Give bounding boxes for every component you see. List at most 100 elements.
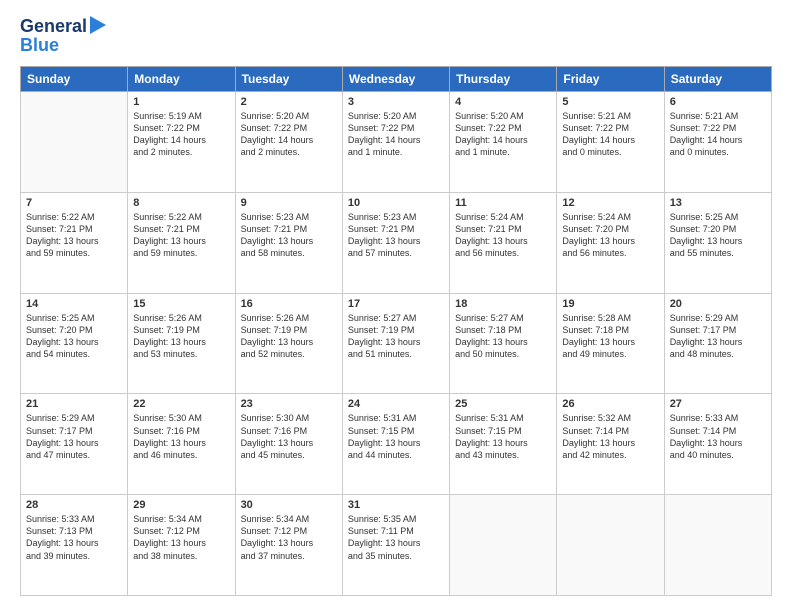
cell-info-line: Sunset: 7:19 PM xyxy=(241,324,337,336)
cell-info-line: Sunset: 7:13 PM xyxy=(26,525,122,537)
calendar-cell xyxy=(557,495,664,596)
cell-info-line: Daylight: 13 hours xyxy=(562,336,658,348)
calendar-cell: 19Sunrise: 5:28 AMSunset: 7:18 PMDayligh… xyxy=(557,293,664,394)
cell-info-line: Sunset: 7:21 PM xyxy=(348,223,444,235)
calendar-cell: 26Sunrise: 5:32 AMSunset: 7:14 PMDayligh… xyxy=(557,394,664,495)
calendar-cell: 15Sunrise: 5:26 AMSunset: 7:19 PMDayligh… xyxy=(128,293,235,394)
cell-info-line: Sunrise: 5:27 AM xyxy=(348,312,444,324)
calendar-cell: 29Sunrise: 5:34 AMSunset: 7:12 PMDayligh… xyxy=(128,495,235,596)
day-number: 16 xyxy=(241,298,337,310)
cell-info-line: Daylight: 13 hours xyxy=(133,336,229,348)
cell-info-line: and 52 minutes. xyxy=(241,348,337,360)
calendar-cell: 4Sunrise: 5:20 AMSunset: 7:22 PMDaylight… xyxy=(450,92,557,193)
cell-info-line: Sunset: 7:21 PM xyxy=(133,223,229,235)
cell-info-line: Daylight: 13 hours xyxy=(241,537,337,549)
cell-info-line: and 45 minutes. xyxy=(241,449,337,461)
cell-info-line: and 58 minutes. xyxy=(241,247,337,259)
calendar-cell: 24Sunrise: 5:31 AMSunset: 7:15 PMDayligh… xyxy=(342,394,449,495)
cell-info-line: Sunrise: 5:31 AM xyxy=(348,412,444,424)
cell-info-line: Daylight: 13 hours xyxy=(670,437,766,449)
cell-info-line: Daylight: 13 hours xyxy=(670,235,766,247)
cell-info-line: Sunset: 7:16 PM xyxy=(241,425,337,437)
cell-info-line: Daylight: 14 hours xyxy=(241,134,337,146)
cell-info-line: Daylight: 14 hours xyxy=(455,134,551,146)
cell-info-line: Daylight: 13 hours xyxy=(26,235,122,247)
day-number: 9 xyxy=(241,197,337,209)
cell-info-line: Sunset: 7:11 PM xyxy=(348,525,444,537)
calendar-cell xyxy=(664,495,771,596)
cell-info-line: Sunrise: 5:24 AM xyxy=(455,211,551,223)
day-number: 1 xyxy=(133,96,229,108)
cell-info-line: Sunset: 7:22 PM xyxy=(670,122,766,134)
cell-info-line: and 38 minutes. xyxy=(133,550,229,562)
day-number: 30 xyxy=(241,499,337,511)
calendar-cell: 9Sunrise: 5:23 AMSunset: 7:21 PMDaylight… xyxy=(235,192,342,293)
week-row-3: 21Sunrise: 5:29 AMSunset: 7:17 PMDayligh… xyxy=(21,394,772,495)
cell-info-line: Sunrise: 5:27 AM xyxy=(455,312,551,324)
cell-info-line: Daylight: 13 hours xyxy=(241,336,337,348)
cell-info-line: and 56 minutes. xyxy=(455,247,551,259)
calendar-cell: 7Sunrise: 5:22 AMSunset: 7:21 PMDaylight… xyxy=(21,192,128,293)
calendar-cell: 12Sunrise: 5:24 AMSunset: 7:20 PMDayligh… xyxy=(557,192,664,293)
calendar-cell xyxy=(450,495,557,596)
week-row-4: 28Sunrise: 5:33 AMSunset: 7:13 PMDayligh… xyxy=(21,495,772,596)
week-row-1: 7Sunrise: 5:22 AMSunset: 7:21 PMDaylight… xyxy=(21,192,772,293)
cell-info-line: Sunset: 7:19 PM xyxy=(348,324,444,336)
day-number: 14 xyxy=(26,298,122,310)
day-number: 12 xyxy=(562,197,658,209)
cell-info-line: Sunset: 7:20 PM xyxy=(670,223,766,235)
cell-info-line: Sunrise: 5:23 AM xyxy=(348,211,444,223)
calendar-cell: 8Sunrise: 5:22 AMSunset: 7:21 PMDaylight… xyxy=(128,192,235,293)
cell-info-line: Daylight: 13 hours xyxy=(26,437,122,449)
cell-info-line: Daylight: 14 hours xyxy=(670,134,766,146)
cell-info-line: Sunrise: 5:33 AM xyxy=(670,412,766,424)
cell-info-line: Sunset: 7:15 PM xyxy=(455,425,551,437)
cell-info-line: Daylight: 13 hours xyxy=(133,437,229,449)
day-number: 6 xyxy=(670,96,766,108)
col-header-thursday: Thursday xyxy=(450,67,557,92)
calendar-cell: 13Sunrise: 5:25 AMSunset: 7:20 PMDayligh… xyxy=(664,192,771,293)
calendar-cell: 1Sunrise: 5:19 AMSunset: 7:22 PMDaylight… xyxy=(128,92,235,193)
day-number: 19 xyxy=(562,298,658,310)
cell-info-line: and 46 minutes. xyxy=(133,449,229,461)
cell-info-line: Daylight: 13 hours xyxy=(562,235,658,247)
cell-info-line: Sunrise: 5:30 AM xyxy=(133,412,229,424)
calendar-cell: 30Sunrise: 5:34 AMSunset: 7:12 PMDayligh… xyxy=(235,495,342,596)
calendar-cell: 5Sunrise: 5:21 AMSunset: 7:22 PMDaylight… xyxy=(557,92,664,193)
cell-info-line: and 40 minutes. xyxy=(670,449,766,461)
day-number: 22 xyxy=(133,398,229,410)
calendar-cell: 16Sunrise: 5:26 AMSunset: 7:19 PMDayligh… xyxy=(235,293,342,394)
cell-info-line: Sunset: 7:22 PM xyxy=(562,122,658,134)
cell-info-line: and 35 minutes. xyxy=(348,550,444,562)
cell-info-line: Sunrise: 5:25 AM xyxy=(670,211,766,223)
cell-info-line: Daylight: 13 hours xyxy=(348,537,444,549)
cell-info-line: Sunset: 7:14 PM xyxy=(670,425,766,437)
cell-info-line: Sunrise: 5:22 AM xyxy=(133,211,229,223)
day-number: 15 xyxy=(133,298,229,310)
calendar-cell: 31Sunrise: 5:35 AMSunset: 7:11 PMDayligh… xyxy=(342,495,449,596)
col-header-saturday: Saturday xyxy=(664,67,771,92)
cell-info-line: and 0 minutes. xyxy=(562,146,658,158)
page: General Blue SundayMondayTuesdayWednesda… xyxy=(0,0,792,612)
cell-info-line: Sunrise: 5:20 AM xyxy=(348,110,444,122)
cell-info-line: Sunset: 7:18 PM xyxy=(455,324,551,336)
cell-info-line: Daylight: 13 hours xyxy=(455,235,551,247)
cell-info-line: Sunset: 7:14 PM xyxy=(562,425,658,437)
cell-info-line: Sunset: 7:18 PM xyxy=(562,324,658,336)
cell-info-line: Sunrise: 5:29 AM xyxy=(26,412,122,424)
day-number: 23 xyxy=(241,398,337,410)
cell-info-line: Sunset: 7:21 PM xyxy=(241,223,337,235)
day-number: 2 xyxy=(241,96,337,108)
day-number: 21 xyxy=(26,398,122,410)
cell-info-line: Sunrise: 5:23 AM xyxy=(241,211,337,223)
cell-info-line: Sunrise: 5:20 AM xyxy=(241,110,337,122)
cell-info-line: Sunset: 7:19 PM xyxy=(133,324,229,336)
day-number: 29 xyxy=(133,499,229,511)
logo: General Blue xyxy=(20,16,106,56)
cell-info-line: and 1 minute. xyxy=(455,146,551,158)
header: General Blue xyxy=(20,16,772,56)
cell-info-line: Sunset: 7:22 PM xyxy=(241,122,337,134)
calendar-cell: 21Sunrise: 5:29 AMSunset: 7:17 PMDayligh… xyxy=(21,394,128,495)
cell-info-line: and 2 minutes. xyxy=(133,146,229,158)
logo-text-blue: Blue xyxy=(20,35,59,56)
